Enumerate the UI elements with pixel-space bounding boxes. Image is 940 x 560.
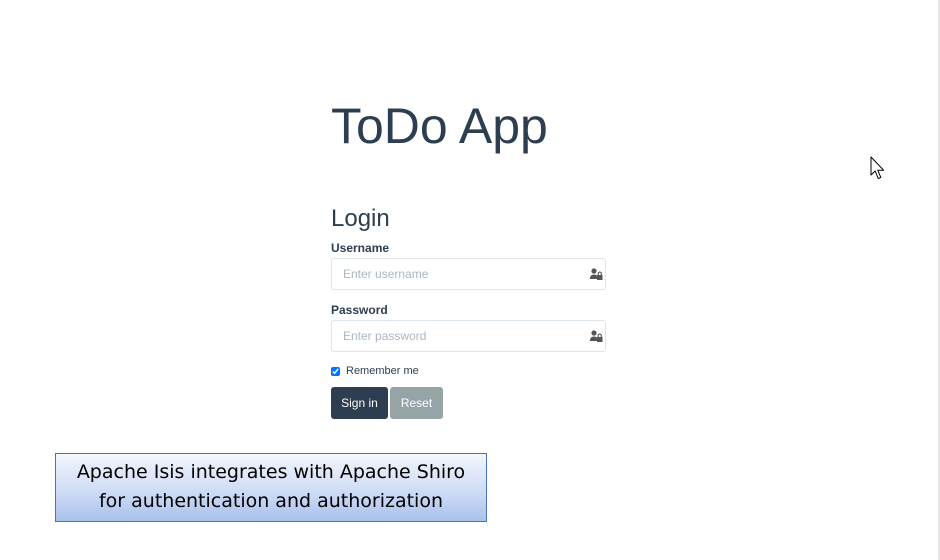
user-icon bbox=[589, 268, 603, 280]
reset-button[interactable]: Reset bbox=[390, 387, 443, 419]
remember-me-checkbox[interactable] bbox=[331, 366, 340, 376]
username-input[interactable] bbox=[332, 259, 577, 289]
lock-icon bbox=[589, 330, 603, 342]
remember-me-label: Remember me bbox=[346, 365, 419, 377]
remember-me-row: Remember me bbox=[331, 363, 419, 379]
login-page: ToDo App Login Username Password bbox=[0, 0, 940, 560]
password-input[interactable] bbox=[332, 321, 577, 351]
username-label: Username bbox=[331, 241, 390, 255]
sign-in-button[interactable]: Sign in bbox=[331, 387, 388, 419]
callout-line-1: Apache Isis integrates with Apache Shiro bbox=[76, 461, 466, 483]
password-label: Password bbox=[331, 303, 388, 317]
callout-line-2: for authentication and authorization bbox=[98, 490, 443, 512]
app-title: ToDo App bbox=[331, 98, 548, 154]
annotation-callout: Apache Isis integrates with Apache Shiro… bbox=[55, 453, 487, 522]
mouse-cursor-icon bbox=[870, 156, 885, 179]
password-field-wrapper bbox=[331, 320, 606, 352]
username-field-wrapper bbox=[331, 258, 606, 290]
login-heading: Login bbox=[331, 205, 390, 232]
